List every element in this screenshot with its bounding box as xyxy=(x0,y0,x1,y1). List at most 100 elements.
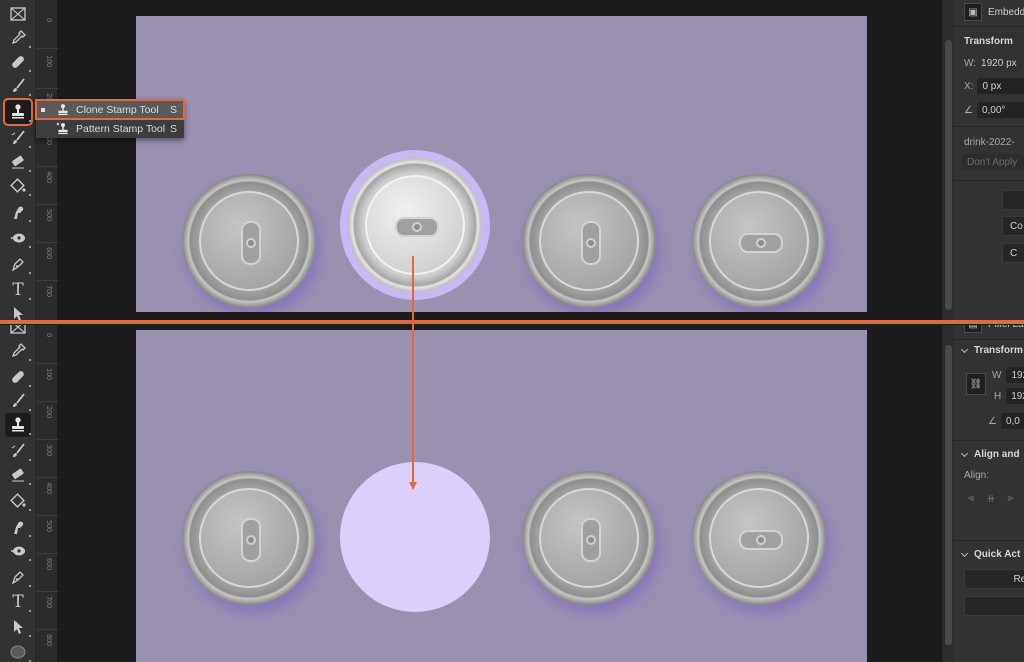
scrollbar-thumb[interactable] xyxy=(945,345,952,645)
panel-button-2[interactable]: Co xyxy=(1002,216,1024,236)
image-canvas[interactable] xyxy=(136,330,867,662)
smudge-icon xyxy=(14,521,24,534)
x-field[interactable]: 0 px xyxy=(977,78,1024,94)
bandage-icon xyxy=(12,56,24,68)
annotation-arrow-line xyxy=(412,256,414,484)
frame-tool[interactable] xyxy=(5,2,31,26)
frame-tool[interactable] xyxy=(5,325,31,339)
chevron-down-icon xyxy=(960,345,969,353)
type-tool[interactable]: T xyxy=(5,278,31,302)
vertical-scrollbar[interactable] xyxy=(941,0,954,320)
shortcut-key: S xyxy=(170,103,178,116)
eyedropper-tool[interactable] xyxy=(5,26,31,50)
dodge-icon xyxy=(11,233,25,243)
eraser-tool[interactable] xyxy=(5,463,31,487)
eraser-tool[interactable] xyxy=(5,150,31,174)
align-center-icon[interactable]: ⧺ xyxy=(986,492,995,505)
brush-tool[interactable] xyxy=(5,74,31,98)
annotation-arrow-head xyxy=(409,482,417,490)
path-selection-tool[interactable] xyxy=(5,615,31,639)
divider xyxy=(954,126,1024,127)
flyout-pattern-stamp-tool[interactable]: Pattern Stamp Tool S xyxy=(36,119,184,138)
smudge-tool[interactable] xyxy=(5,200,31,224)
align-label-row: Align: xyxy=(964,470,989,481)
panel-button-1[interactable] xyxy=(1002,190,1024,210)
stamp-tool-flyout: Clone Stamp Tool S Pattern Stamp Tool S xyxy=(35,99,185,138)
w-field[interactable]: 192 xyxy=(1006,367,1024,383)
eraser-icon xyxy=(12,155,24,169)
angle-row: ∠ 0,0 xyxy=(988,413,1024,429)
vertical-scrollbar[interactable] xyxy=(941,325,954,662)
h-field[interactable]: 192 xyxy=(1006,388,1024,404)
history-brush-tool[interactable] xyxy=(5,439,31,463)
image-canvas[interactable] xyxy=(136,16,867,312)
brush-icon xyxy=(13,78,25,92)
healing-brush-tool[interactable] xyxy=(5,50,31,74)
clone-stamp-tool[interactable] xyxy=(5,413,31,437)
section-title: Quick Act xyxy=(974,549,1021,560)
eyedropper-icon xyxy=(11,343,26,358)
pattern-stamp-icon xyxy=(56,122,70,136)
ruler-tick xyxy=(36,477,58,478)
tools-panel: T xyxy=(0,0,36,320)
type-icon: T xyxy=(12,280,24,300)
ruler-label: 600 xyxy=(45,247,53,259)
brush-icon xyxy=(13,393,25,407)
angle-field[interactable]: 0,0 xyxy=(1000,413,1024,429)
x-row: X: 0 px xyxy=(964,78,1024,94)
chevron-down-icon xyxy=(960,549,969,557)
properties-panel: ▤ Pixel La Transform ⛓ W 192 H 192 ∠ 0,0… xyxy=(954,325,1024,662)
ruler-label: 800 xyxy=(45,634,53,646)
document-window[interactable] xyxy=(59,325,941,662)
flyout-clone-stamp-tool[interactable]: Clone Stamp Tool S xyxy=(35,99,185,120)
vertical-ruler: 0 100 200 300 400 500 600 700 800 xyxy=(36,325,58,662)
align-right-icon[interactable]: ⫸ xyxy=(1007,492,1013,505)
bucket-icon xyxy=(10,178,26,193)
w-label: W xyxy=(992,369,1002,381)
quick-actions-header[interactable]: Quick Act xyxy=(960,549,1021,560)
rivet xyxy=(756,535,766,545)
link-icon: ⛓ xyxy=(966,373,986,395)
dodge-tool[interactable] xyxy=(5,539,31,563)
transform-section-header[interactable]: Transform xyxy=(960,345,1023,356)
document-window[interactable] xyxy=(59,0,941,320)
paint-bucket-tool[interactable] xyxy=(5,489,31,513)
ruler-label: 0 xyxy=(45,18,53,22)
ruler-label: 200 xyxy=(45,406,53,418)
history-brush-tool[interactable] xyxy=(5,126,31,150)
healing-brush-tool[interactable] xyxy=(5,365,31,389)
type-icon: T xyxy=(12,592,24,612)
clone-stamp-tool[interactable] xyxy=(3,98,33,126)
shortcut-key: S xyxy=(170,122,178,135)
ellipse-tool[interactable] xyxy=(5,640,31,662)
layer-name-row: drink-2022- xyxy=(964,137,1015,148)
pen-tool[interactable] xyxy=(5,565,31,589)
ruler-label: 100 xyxy=(45,55,53,67)
select-subject-button[interactable]: S xyxy=(964,596,1024,616)
divider xyxy=(954,26,1024,27)
can-4 xyxy=(692,174,826,308)
dont-apply-dropdown[interactable]: Don't Apply xyxy=(962,154,1024,170)
dont-apply-row: Don't Apply xyxy=(962,154,1024,170)
panel-button-3[interactable]: C xyxy=(1002,243,1024,263)
h-label: H xyxy=(994,390,1002,402)
paint-bucket-tool[interactable] xyxy=(5,174,31,198)
ruler-tick xyxy=(36,629,58,630)
scrollbar-thumb[interactable] xyxy=(945,40,952,310)
history-brush-icon xyxy=(11,443,25,457)
pen-tool[interactable] xyxy=(5,252,31,276)
smudge-tool[interactable] xyxy=(5,515,31,539)
type-tool[interactable]: T xyxy=(5,590,31,614)
path-selection-tool[interactable] xyxy=(5,302,31,320)
align-section-header[interactable]: Align and xyxy=(960,449,1020,460)
ruler-tick xyxy=(36,204,58,205)
brush-tool[interactable] xyxy=(5,389,31,413)
link-dimensions-button[interactable]: ⛓ xyxy=(966,373,986,395)
align-left-icon[interactable]: ⫷ xyxy=(968,492,974,505)
remove-background-button[interactable]: Rem xyxy=(964,569,1024,589)
dodge-tool[interactable] xyxy=(5,226,31,250)
pen-icon xyxy=(11,571,24,585)
eyedropper-tool[interactable] xyxy=(5,339,31,363)
layer-kind-row: ▣ Embedded xyxy=(964,3,1024,21)
angle-field[interactable]: 0,00° xyxy=(976,102,1024,118)
